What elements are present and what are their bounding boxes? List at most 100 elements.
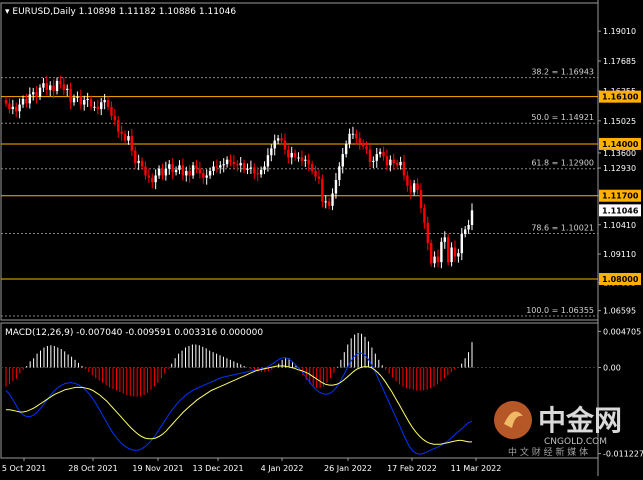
watermark-tagline: 中 文 财 经 新 媒 体 xyxy=(508,446,588,456)
bear-candle xyxy=(385,156,389,166)
bear-candle xyxy=(256,173,259,175)
cngold-watermark: 中金网 CNGOLD.COM 中 文 财 经 新 媒 体 xyxy=(488,392,638,458)
chart-header: ▾ EURUSD,Daily 1.10898 1.11182 1.10886 1… xyxy=(5,7,236,17)
bear-candle xyxy=(120,131,123,134)
price-tick-label: 1.15025 xyxy=(603,117,636,126)
bull-candle xyxy=(338,166,341,180)
bull-candle xyxy=(457,253,460,257)
bull-candle xyxy=(270,148,273,156)
bull-candle xyxy=(93,106,96,108)
bull-candle xyxy=(191,165,195,176)
bull-candle xyxy=(263,166,266,170)
price-tick-label: 1.10410 xyxy=(603,221,636,230)
bull-candle xyxy=(11,106,15,110)
bear-candle xyxy=(426,222,429,244)
bull-candle xyxy=(185,170,188,176)
chart-title: ▾ EURUSD,Daily xyxy=(5,7,79,17)
chart-window[interactable]: 38.2 = 1.16943 50.0 = 1.14921 61.8 = 1.129… xyxy=(0,0,643,476)
bear-candle xyxy=(300,157,304,161)
bear-candle xyxy=(242,163,246,170)
bear-candle xyxy=(310,164,314,171)
bull-candle xyxy=(205,175,208,178)
bull-candle xyxy=(246,168,249,170)
bear-candle xyxy=(321,178,324,202)
bull-candle xyxy=(344,143,348,155)
bear-candle xyxy=(161,168,164,176)
bear-candle xyxy=(283,140,287,150)
bull-candle xyxy=(372,160,375,162)
price-tick-label: 1.19010 xyxy=(603,27,636,36)
bull-candle xyxy=(450,247,453,263)
watermark-brand: 中金网 xyxy=(538,404,622,437)
price-panel-frame xyxy=(0,2,599,321)
fib-level-label: 61.8 = 1.12900 xyxy=(531,159,594,168)
bull-candle xyxy=(297,157,300,159)
bear-candle xyxy=(382,151,385,157)
price-level-tag-label: 1.16100 xyxy=(602,93,639,102)
bear-candle xyxy=(113,115,117,121)
bear-candle xyxy=(4,100,8,104)
bear-candle xyxy=(181,165,185,176)
bear-candle xyxy=(307,159,310,165)
bear-candle xyxy=(106,100,110,107)
watermark-url: CNGOLD.COM xyxy=(544,437,607,447)
bear-candle xyxy=(355,133,358,139)
bear-candle xyxy=(140,160,144,167)
bull-candle xyxy=(18,104,21,112)
bear-candle xyxy=(15,106,18,112)
price-tick-label: 1.06595 xyxy=(603,307,636,316)
bull-candle xyxy=(334,179,338,194)
bear-candle xyxy=(436,256,440,263)
bull-candle xyxy=(28,94,32,104)
bear-candle xyxy=(453,247,457,257)
time-tick-label: 26 Jan 2022 xyxy=(324,464,372,473)
bull-candle xyxy=(470,210,474,225)
bear-candle xyxy=(45,83,49,90)
fib-level-label: 38.2 = 1.16943 xyxy=(531,68,594,77)
bull-candle xyxy=(49,85,52,90)
bear-candle xyxy=(96,106,100,110)
bear-candle xyxy=(69,88,72,103)
bear-candle xyxy=(392,159,395,164)
macd-tick-label: 0.00 xyxy=(603,363,621,372)
bear-candle xyxy=(358,138,361,143)
bear-candle xyxy=(195,165,198,169)
bull-candle xyxy=(304,159,307,161)
bull-candle xyxy=(467,224,470,230)
bear-candle xyxy=(144,166,147,176)
time-tick-label: 11 Mar 2022 xyxy=(451,464,502,473)
bull-candle xyxy=(399,161,402,166)
bear-candle xyxy=(52,85,55,92)
price-tick-label: 1.17685 xyxy=(603,57,636,66)
bull-candle xyxy=(127,136,130,141)
bull-candle xyxy=(55,80,59,92)
bull-candle xyxy=(66,88,69,90)
bull-candle xyxy=(21,98,25,105)
bear-candle xyxy=(151,177,154,183)
bear-candle xyxy=(130,136,134,151)
bear-candle xyxy=(406,175,409,186)
bull-candle xyxy=(86,98,89,101)
bull-candle xyxy=(331,193,334,206)
bear-candle xyxy=(171,164,174,173)
bear-candle xyxy=(8,103,11,110)
bull-candle xyxy=(259,169,263,175)
bull-candle xyxy=(154,175,157,183)
time-tick-label: 5 Oct 2021 xyxy=(2,464,46,473)
time-tick-label: 4 Jan 2022 xyxy=(261,464,304,473)
bear-candle xyxy=(202,173,205,178)
bear-candle xyxy=(232,161,236,165)
fib-level-label: 100.0 = 1.06355 xyxy=(526,306,594,315)
bear-candle xyxy=(35,92,38,97)
bear-candle xyxy=(25,98,28,104)
bull-candle xyxy=(266,155,270,167)
bull-candle xyxy=(208,170,212,176)
bear-candle xyxy=(147,175,151,178)
bull-candle xyxy=(178,165,181,170)
time-tick-label: 19 Nov 2021 xyxy=(132,464,183,473)
bull-candle xyxy=(225,159,229,165)
bull-candle xyxy=(389,159,392,166)
signal-line xyxy=(6,365,472,445)
bull-candle xyxy=(42,83,45,88)
bull-candle xyxy=(440,241,443,263)
